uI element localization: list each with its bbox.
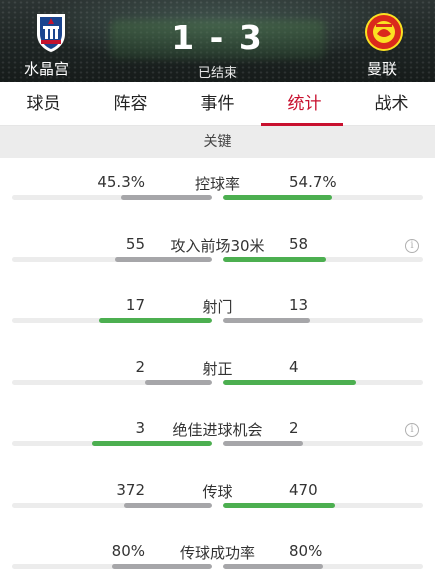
info-icon[interactable]: i bbox=[405, 239, 419, 253]
stat-home-bar-fill bbox=[123, 503, 212, 508]
away-team-crest-icon[interactable] bbox=[364, 10, 404, 54]
stat-away-bar bbox=[223, 503, 423, 508]
stat-home-bar bbox=[12, 564, 212, 569]
section-header: 关键 bbox=[0, 126, 435, 158]
stat-row-shots-on-target: 2 射正 4 bbox=[0, 358, 435, 418]
stat-home-bar-fill bbox=[145, 380, 212, 385]
stat-home-bar-fill bbox=[112, 564, 212, 569]
stat-row-big-chances: 3 绝佳进球机会 2 i bbox=[0, 419, 435, 479]
stat-label: 传球 bbox=[202, 483, 233, 501]
stat-away-bar-fill bbox=[223, 257, 326, 262]
stat-away-value: 4 bbox=[289, 358, 299, 376]
stat-label: 射正 bbox=[202, 360, 233, 378]
tab-tactics[interactable]: 战术 bbox=[348, 82, 435, 126]
stat-label: 射门 bbox=[202, 298, 233, 316]
stat-row-shots: 17 射门 13 bbox=[0, 296, 435, 356]
stat-away-value: 80% bbox=[289, 542, 323, 560]
tab-players[interactable]: 球员 bbox=[0, 82, 87, 126]
stat-home-bar bbox=[12, 441, 212, 446]
match-header: 水晶宫 1 - 3 已结束 曼联 bbox=[0, 0, 435, 82]
stat-away-bar-fill bbox=[223, 503, 335, 508]
stat-home-bar bbox=[12, 257, 212, 262]
stat-away-bar bbox=[223, 257, 423, 262]
stat-row-pass-accuracy: 80% 传球成功率 80% bbox=[0, 542, 435, 587]
info-icon[interactable]: i bbox=[405, 423, 419, 437]
stat-away-bar bbox=[223, 318, 423, 323]
stat-home-bar bbox=[12, 318, 212, 323]
stat-away-bar bbox=[223, 441, 423, 446]
away-team-name[interactable]: 曼联 bbox=[367, 58, 397, 79]
tab-bar: 球员 阵容 事件 统计 战术 bbox=[0, 82, 435, 126]
stat-away-bar-fill bbox=[223, 318, 310, 323]
stat-away-value: 470 bbox=[289, 481, 318, 499]
stat-away-bar bbox=[223, 564, 423, 569]
stat-away-bar bbox=[223, 380, 423, 385]
stat-home-bar-fill bbox=[92, 441, 212, 446]
tab-lineup[interactable]: 阵容 bbox=[87, 82, 174, 126]
stat-label: 绝佳进球机会 bbox=[172, 421, 263, 439]
stat-home-bar-fill bbox=[98, 318, 212, 323]
stat-home-bar bbox=[12, 195, 212, 200]
stat-away-bar-fill bbox=[223, 441, 303, 446]
stat-row-possession: 45.3% 控球率 54.7% bbox=[0, 173, 435, 233]
stat-away-bar-fill bbox=[223, 564, 323, 569]
stat-home-bar-fill bbox=[121, 195, 212, 200]
stat-away-value: 2 bbox=[289, 419, 299, 437]
stat-row-final-third-entries: 55 攻入前场30米 58 i bbox=[0, 235, 435, 295]
stat-label: 传球成功率 bbox=[179, 544, 255, 562]
stat-away-bar bbox=[223, 195, 423, 200]
stat-away-bar-fill bbox=[223, 380, 357, 385]
stat-home-bar bbox=[12, 380, 212, 385]
tab-stats[interactable]: 统计 bbox=[261, 82, 348, 126]
stat-row-passes: 372 传球 470 bbox=[0, 481, 435, 541]
stat-home-bar-fill bbox=[114, 257, 212, 262]
stat-away-value: 13 bbox=[289, 296, 309, 314]
stat-away-value: 58 bbox=[289, 235, 309, 253]
stat-home-bar bbox=[12, 503, 212, 508]
tab-events[interactable]: 事件 bbox=[174, 82, 261, 126]
stat-away-value: 54.7% bbox=[289, 173, 337, 191]
stat-label: 攻入前场30米 bbox=[170, 237, 265, 255]
stat-label: 控球率 bbox=[194, 175, 240, 193]
stat-away-bar-fill bbox=[223, 195, 333, 200]
